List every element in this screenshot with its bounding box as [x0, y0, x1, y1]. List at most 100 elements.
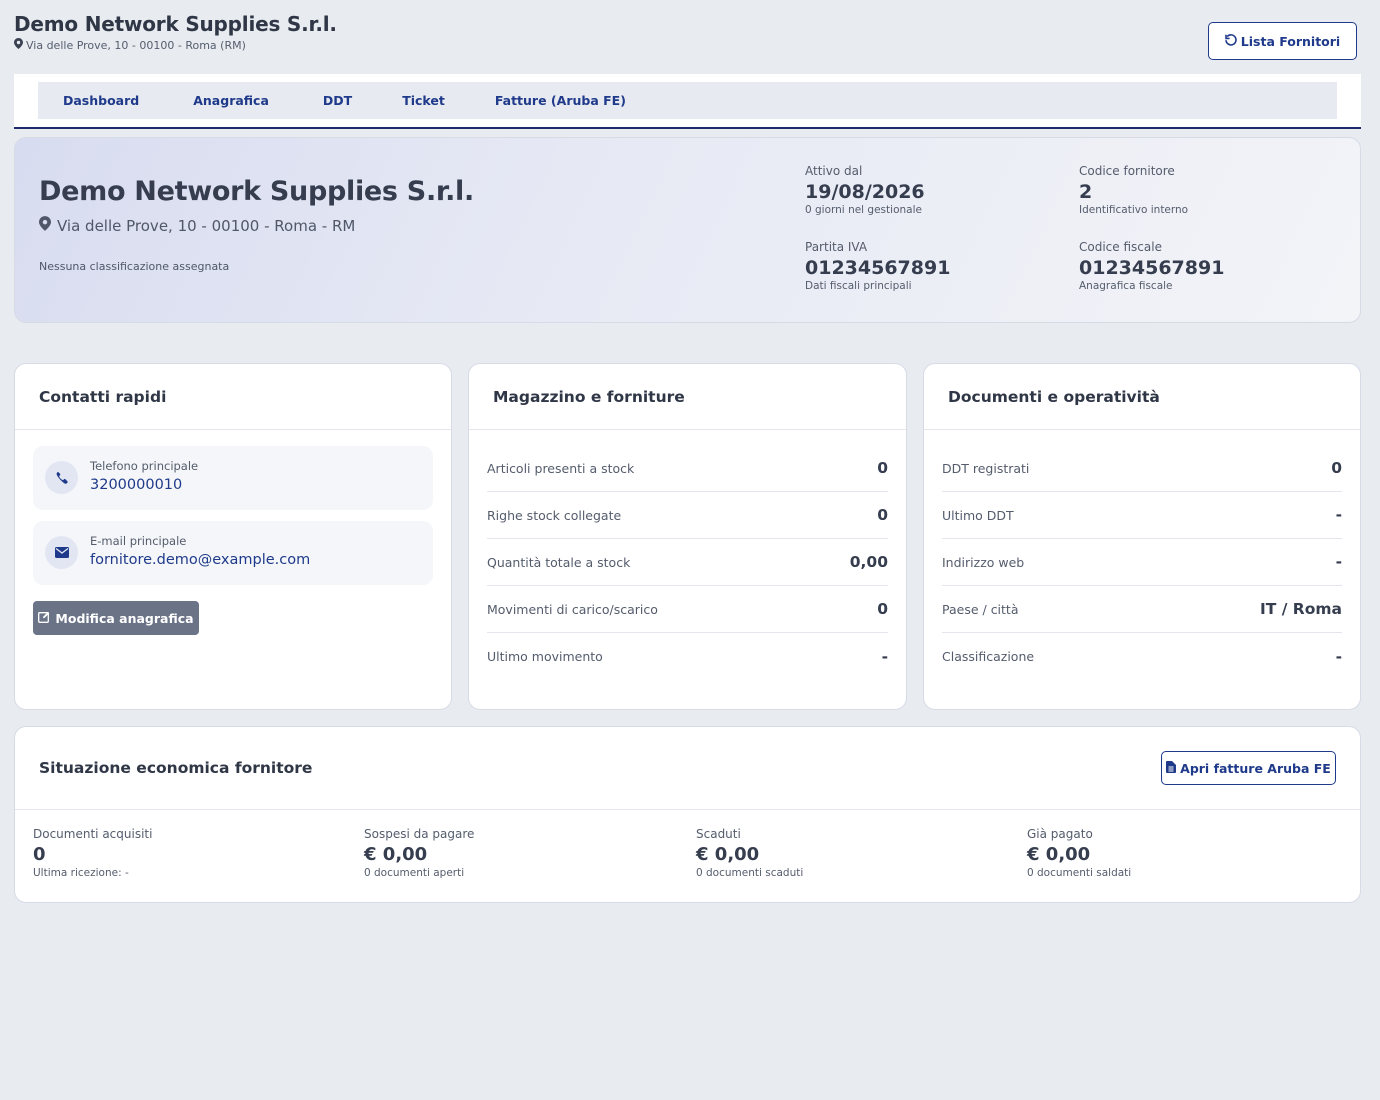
econ-sub: 0 documenti aperti	[364, 867, 465, 879]
lista-fornitori-label: Lista Fornitori	[1240, 33, 1341, 49]
econ-sub: Ultima ricezione: -	[33, 867, 129, 879]
econ-value: € 0,00	[696, 844, 760, 865]
header-address-text: Via delle Prove, 10 - 00100 - Roma (RM)	[26, 38, 246, 52]
stat-sub: Dati fiscali principali	[805, 280, 912, 292]
stat-value: 01234567891	[805, 257, 951, 279]
phone-label: Telefono principale	[90, 459, 199, 473]
row-label: Righe stock collegate	[487, 507, 622, 523]
email-value[interactable]: fornitore.demo@example.com	[90, 552, 310, 568]
econ-label: Documenti acquisiti	[33, 827, 153, 841]
file-icon	[1166, 760, 1177, 776]
econ-documenti-acquisiti: Documenti acquisiti 0 Ultima ricezione: …	[33, 827, 152, 879]
map-pin-icon	[14, 38, 23, 52]
econ-label: Già pagato	[1027, 827, 1093, 841]
econ-value: € 0,00	[364, 844, 428, 865]
econ-label: Sospesi da pagare	[364, 827, 475, 841]
econ-sub: 0 documenti saldati	[1027, 867, 1132, 879]
stat-label: Codice fiscale	[1079, 240, 1162, 254]
tab-bar: Dashboard Anagrafica DDT Ticket Fatture …	[14, 74, 1361, 129]
map-pin-icon	[39, 216, 51, 235]
row-label: Movimenti di carico/scarico	[487, 601, 658, 617]
tab-dashboard[interactable]: Dashboard	[63, 93, 139, 108]
tab-anagrafica[interactable]: Anagrafica	[193, 93, 269, 108]
row-label: Paese / città	[942, 601, 1019, 617]
econ-gia-pagato: Già pagato € 0,00 0 documenti saldati	[1027, 827, 1131, 879]
tab-ddt[interactable]: DDT	[323, 93, 352, 108]
documents-card: Documenti e operatività DDT registrati 0…	[923, 363, 1361, 710]
phone-icon	[45, 461, 78, 494]
stat-label: Codice fornitore	[1079, 164, 1175, 178]
phone-value[interactable]: 3200000010	[90, 477, 182, 493]
stat-codice-fornitore: Codice fornitore 2 Identificativo intern…	[1079, 164, 1188, 216]
stat-sub: Anagrafica fiscale	[1079, 280, 1173, 292]
contacts-card: Contatti rapidi Telefono principale 3200…	[14, 363, 452, 710]
row-value: -	[1335, 647, 1342, 666]
econ-value: 0	[33, 844, 46, 865]
list-item: DDT registrati 0	[942, 445, 1342, 492]
stat-codice-fiscale: Codice fiscale 01234567891 Anagrafica fi…	[1079, 240, 1224, 292]
supplier-address-text: Via delle Prove, 10 - 00100 - Roma - RM	[57, 216, 356, 235]
header-address: Via delle Prove, 10 - 00100 - Roma (RM)	[14, 38, 337, 52]
row-value: -	[1335, 506, 1342, 524]
documents-rows: DDT registrati 0 Ultimo DDT - Indirizzo …	[924, 430, 1360, 680]
envelope-icon	[45, 536, 78, 569]
tab-fatture[interactable]: Fatture (Aruba FE)	[495, 93, 626, 108]
supplier-classification: Nessuna classificazione assegnata	[39, 260, 230, 273]
page-header: Demo Network Supplies S.r.l. Via delle P…	[14, 12, 337, 52]
tab-ticket[interactable]: Ticket	[402, 93, 445, 108]
supplier-address: Via delle Prove, 10 - 00100 - Roma - RM	[39, 216, 355, 235]
row-value: 0	[877, 600, 888, 618]
stat-value: 2	[1079, 181, 1093, 203]
supplier-name: Demo Network Supplies S.r.l.	[39, 176, 474, 207]
stat-sub: 0 giorni nel gestionale	[805, 204, 922, 216]
stat-sub: Identificativo interno	[1079, 204, 1189, 216]
stat-label: Partita IVA	[805, 240, 868, 254]
tab-list: Dashboard Anagrafica DDT Ticket Fatture …	[38, 82, 1337, 119]
econ-label: Scaduti	[696, 827, 741, 841]
undo-icon	[1224, 33, 1237, 49]
row-label: Quantità totale a stock	[487, 554, 631, 570]
list-item: Quantità totale a stock 0,00	[487, 539, 888, 586]
row-value: IT / Roma	[1260, 600, 1342, 618]
row-label: Articoli presenti a stock	[487, 460, 635, 476]
phone-contact[interactable]: Telefono principale 3200000010	[33, 446, 433, 510]
econ-scaduti: Scaduti € 0,00 0 documenti scaduti	[696, 827, 803, 879]
row-value: -	[881, 647, 888, 666]
stat-partita-iva: Partita IVA 01234567891 Dati fiscali pri…	[805, 240, 950, 292]
stat-value: 01234567891	[1079, 257, 1225, 279]
list-item: Righe stock collegate 0	[487, 492, 888, 539]
list-item: Ultimo movimento -	[487, 633, 888, 680]
row-label: Classificazione	[942, 649, 1035, 664]
lista-fornitori-button[interactable]: Lista Fornitori	[1208, 22, 1357, 60]
stat-value: 19/08/2026	[805, 181, 925, 203]
row-value: -	[1335, 553, 1342, 571]
econ-sub: 0 documenti scaduti	[696, 867, 804, 879]
row-value: 0	[877, 506, 888, 524]
economics-title: Situazione economica fornitore	[39, 759, 313, 777]
email-label: E-mail principale	[90, 534, 187, 548]
row-label: DDT registrati	[942, 460, 1030, 476]
list-item: Indirizzo web -	[942, 539, 1342, 586]
list-item: Articoli presenti a stock 0	[487, 445, 888, 492]
econ-sospesi: Sospesi da pagare € 0,00 0 documenti ape…	[364, 827, 474, 879]
list-item: Movimenti di carico/scarico 0	[487, 586, 888, 633]
row-value: 0	[877, 459, 888, 477]
econ-value: € 0,00	[1027, 844, 1091, 865]
page-title: Demo Network Supplies S.r.l.	[14, 12, 337, 36]
warehouse-rows: Articoli presenti a stock 0 Righe stock …	[469, 430, 906, 680]
stat-label: Attivo dal	[805, 164, 863, 178]
row-label: Ultimo movimento	[487, 649, 603, 664]
row-value: 0	[1331, 459, 1342, 477]
warehouse-card: Magazzino e forniture Articoli presenti …	[468, 363, 907, 710]
row-label: Ultimo DDT	[942, 507, 1014, 523]
list-item: Paese / città IT / Roma	[942, 586, 1342, 633]
modifica-anagrafica-button[interactable]: Modifica anagrafica	[33, 601, 199, 635]
list-item: Classificazione -	[942, 633, 1342, 680]
email-contact[interactable]: E-mail principale fornitore.demo@example…	[33, 521, 433, 585]
contacts-card-title: Contatti rapidi	[15, 364, 451, 430]
apri-fatture-label: Apri fatture Aruba FE	[1180, 760, 1331, 776]
documents-card-title: Documenti e operatività	[924, 364, 1360, 430]
apri-fatture-button[interactable]: Apri fatture Aruba FE	[1161, 751, 1336, 785]
row-label: Indirizzo web	[942, 554, 1025, 570]
modifica-anagrafica-label: Modifica anagrafica	[55, 610, 194, 626]
